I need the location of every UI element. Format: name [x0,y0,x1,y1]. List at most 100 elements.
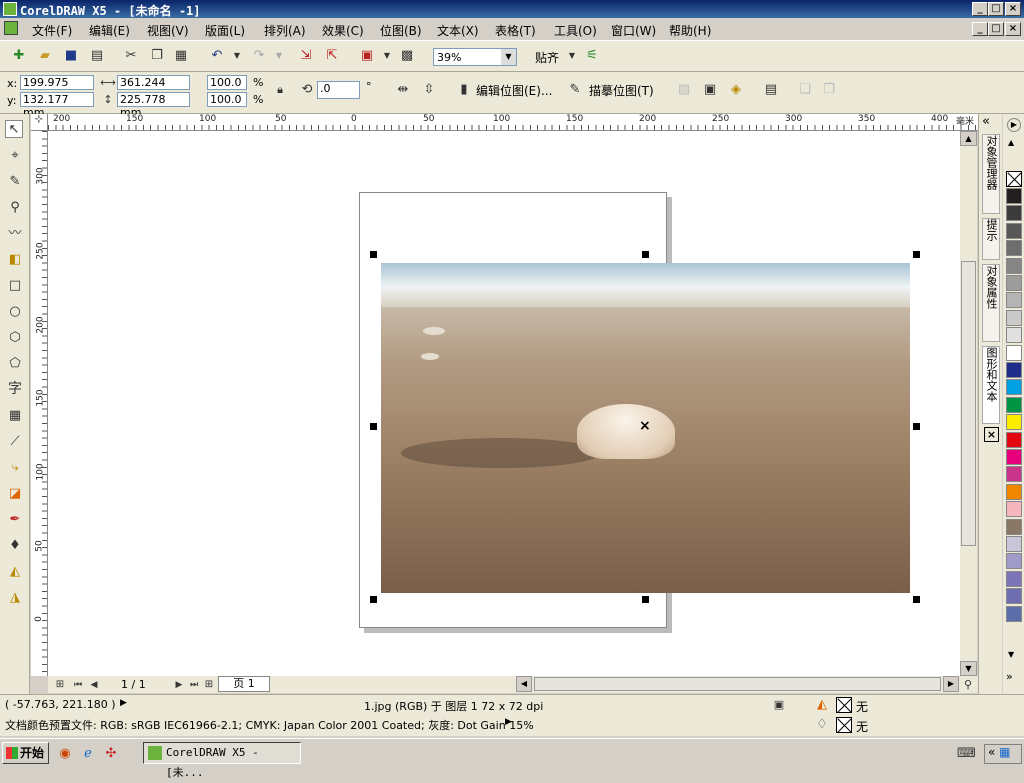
pick-tool-icon[interactable]: ↖ [5,120,23,138]
color-proof-icon[interactable]: ▣ [770,696,788,714]
zoom-select[interactable]: 39% ▼ [433,48,517,66]
outline-tool-icon[interactable]: ♦ [6,537,24,555]
menu-arrange[interactable]: 排列(A) [264,22,306,39]
welcome-screen-icon[interactable]: ▩ [398,47,416,65]
color-swatch[interactable] [1006,518,1022,535]
color-swatch[interactable] [1006,414,1022,431]
network-icon[interactable]: ▦ [999,745,1010,759]
table-tool-icon[interactable]: ▦ [6,407,24,425]
to-front-icon[interactable]: ❏ [796,81,814,99]
app-launcher-dropdown-icon[interactable]: ▼ [378,47,396,65]
x-field[interactable]: 199.975 mm [20,75,94,102]
redo-icon[interactable]: ↷ [250,47,268,65]
tray-expand-icon[interactable]: « [988,745,995,759]
freehand-tool-icon[interactable]: 〰 [6,225,24,243]
mirror-vertical-icon[interactable]: ⇳ [420,81,438,99]
copy-icon[interactable]: ❐ [148,47,166,65]
doc-minimize-button[interactable]: _ [972,22,988,36]
color-swatch[interactable] [1006,362,1022,378]
shape-tool-icon[interactable]: ⌖ [6,147,24,165]
horizontal-ruler[interactable]: 200 150 100 50 0 50 100 150 200 250 300 … [48,114,978,131]
menu-layout[interactable]: 版面(L) [205,22,245,39]
wrap-text-icon[interactable]: ▤ [762,81,780,99]
outline-none-swatch[interactable] [836,717,852,733]
status-expand-icon[interactable]: ▶ [120,698,127,708]
minimize-button[interactable]: _ [972,2,988,16]
color-swatch[interactable] [1006,483,1022,500]
docker-tab-object-properties[interactable]: 对象属性 [982,264,1000,342]
import-icon[interactable]: ⇲ [297,47,315,65]
fill-none-swatch[interactable] [836,697,852,713]
menu-tools[interactable]: 工具(O) [554,22,597,39]
app-launcher-icon[interactable]: ▣ [358,47,376,65]
print-icon[interactable]: ▤ [88,47,106,65]
close-button[interactable]: × [1005,2,1021,16]
v-scroll-thumb[interactable] [961,261,976,546]
to-back-icon[interactable]: ❐ [820,81,838,99]
color-swatch[interactable] [1006,570,1022,587]
doc-restore-button[interactable]: □ [988,22,1004,36]
crop-bitmap-icon[interactable]: ▧ [675,81,693,99]
color-swatch[interactable] [1006,536,1022,552]
crop-tool-icon[interactable]: ✎ [6,173,24,191]
selection-handle-ml[interactable] [370,423,377,430]
color-swatch[interactable] [1006,466,1022,483]
menu-edit[interactable]: 编辑(E) [89,22,130,39]
text-tool-icon[interactable]: 字 [6,380,24,398]
resample-icon[interactable]: ▣ [701,81,719,99]
selection-handle-br[interactable] [913,596,920,603]
vertical-ruler[interactable]: 300 250 200 150 100 50 0 [31,131,48,676]
color-swatch[interactable] [1006,396,1022,413]
selection-handle-bl[interactable] [370,596,377,603]
profile-expand-icon[interactable]: ▶ [505,717,512,727]
palette-scroll-down-icon[interactable]: ▼ [1008,650,1014,659]
paste-icon[interactable]: ▦ [172,47,190,65]
center-marker-icon[interactable]: × [639,419,651,433]
blend-tool-icon[interactable]: ◪ [6,485,24,503]
color-swatch[interactable] [1006,327,1022,344]
color-swatch[interactable] [1006,240,1022,257]
color-swatch[interactable] [1006,275,1022,291]
add-page-before-icon[interactable]: ⊞ [51,676,69,694]
doc-close-button[interactable]: × [1005,22,1021,36]
docker-tab-object-manager[interactable]: 对象管理器 [982,134,1000,214]
color-swatch[interactable] [1006,431,1022,448]
rotation-field[interactable]: .0 [317,81,360,99]
selection-handle-tc[interactable] [642,251,649,258]
height-field[interactable]: 225.778 mm [117,92,190,119]
undo-icon[interactable]: ↶ [208,47,226,65]
prev-page-icon[interactable]: ◀ [85,676,103,694]
color-swatch[interactable] [1006,222,1022,239]
docker-tab-hints[interactable]: 提示 [982,218,1000,260]
menu-table[interactable]: 表格(T) [495,22,536,39]
placed-bitmap-image[interactable]: × [381,263,910,593]
start-button[interactable]: 开始 [2,742,49,764]
no-color-swatch[interactable] [1006,171,1022,187]
docker-tab-graphics-text[interactable]: 图形和文本 [982,346,1000,424]
connector-tool-icon[interactable]: ⤷ [6,459,24,477]
docker-close-icon[interactable]: × [984,427,999,442]
color-swatch[interactable] [1006,553,1022,570]
mirror-horizontal-icon[interactable]: ⇹ [394,81,412,99]
palette-scroll-up-icon[interactable]: ▲ [1008,138,1014,147]
selection-handle-bc[interactable] [642,596,649,603]
eyedropper-tool-icon[interactable]: ✒ [6,511,24,529]
menu-effects[interactable]: 效果(C) [322,22,364,39]
color-swatch[interactable] [1006,257,1022,274]
chrome-icon[interactable]: ◉ [56,745,74,763]
add-page-after-icon[interactable]: ⊞ [200,676,218,694]
color-swatch[interactable] [1006,309,1022,326]
h-scroll-thumb[interactable] [534,677,941,691]
menu-file[interactable]: 文件(F) [32,22,72,39]
ruler-origin[interactable]: ⊹ [31,114,48,131]
ellipse-tool-icon[interactable]: ○ [6,303,24,321]
edit-bitmap-button[interactable]: 编辑位图(E)... [476,82,552,99]
smart-fill-tool-icon[interactable]: ◧ [6,251,24,269]
palette-expand-icon[interactable]: » [1006,670,1013,683]
color-swatch[interactable] [1006,292,1022,309]
snap-to-button[interactable]: 贴齐 [535,49,559,66]
color-swatch[interactable] [1006,344,1022,361]
selection-handle-tr[interactable] [913,251,920,258]
redo-dropdown-icon[interactable]: ▼ [270,47,288,65]
taskbar-item-coreldraw[interactable]: CorelDRAW X5 - [未... [143,742,301,779]
